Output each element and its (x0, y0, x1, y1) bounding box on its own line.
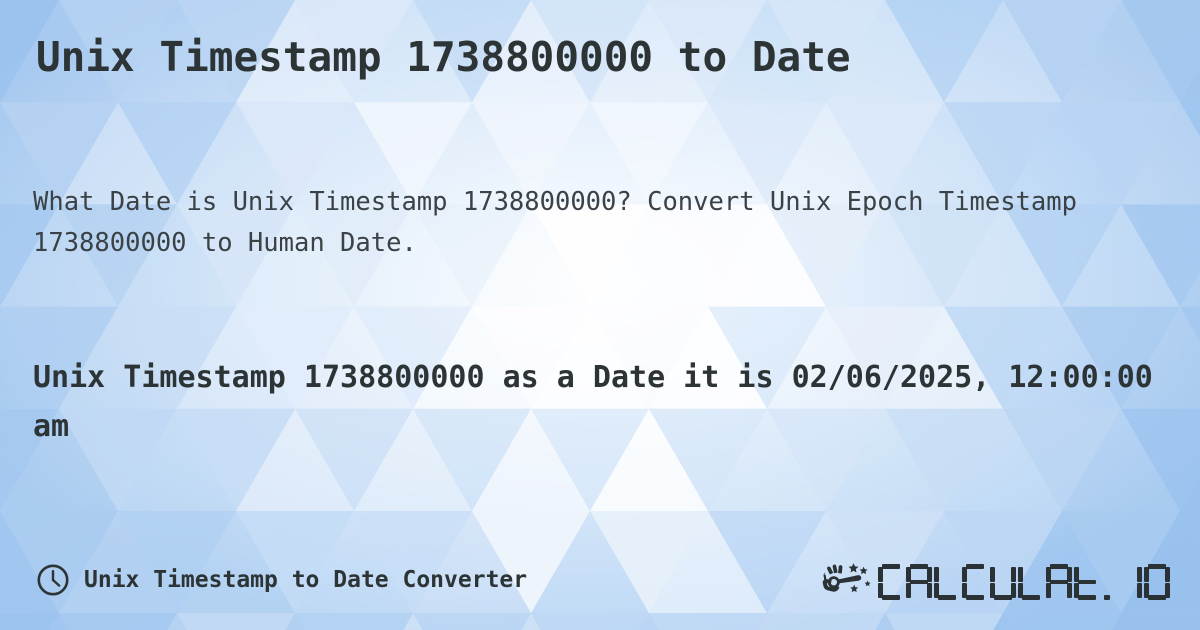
footer-label: Unix Timestamp to Date Converter (84, 567, 528, 593)
footer: Unix Timestamp to Date Converter (36, 556, 1170, 604)
brand-segment-char (1116, 564, 1142, 600)
brand-segment-char (1074, 564, 1100, 600)
brand-segment-char (906, 564, 932, 600)
share-card: Unix Timestamp 1738800000 to Date What D… (0, 0, 1200, 630)
page-description: What Date is Unix Timestamp 1738800000? … (33, 187, 1077, 259)
brand-logo[interactable] (822, 560, 1170, 601)
brand-segment-char (962, 564, 988, 600)
brand-segment-char (934, 564, 960, 600)
magic-wand-hand-icon (822, 563, 871, 593)
brand-segment-char (990, 564, 1016, 600)
brand-wordmark (878, 560, 1170, 601)
brand-segment-char (1144, 564, 1170, 600)
brand-segment-char (1102, 564, 1114, 601)
clock-icon (37, 564, 69, 596)
brand-segment-char (1018, 564, 1044, 600)
page-title: Unix Timestamp 1738800000 to Date (36, 33, 851, 81)
footer-left: Unix Timestamp to Date Converter (36, 563, 527, 597)
brand-segment-char (878, 564, 904, 600)
conversion-result: Unix Timestamp 1738800000 as a Date it i… (33, 360, 1153, 444)
brand-segment-char (1046, 564, 1072, 600)
